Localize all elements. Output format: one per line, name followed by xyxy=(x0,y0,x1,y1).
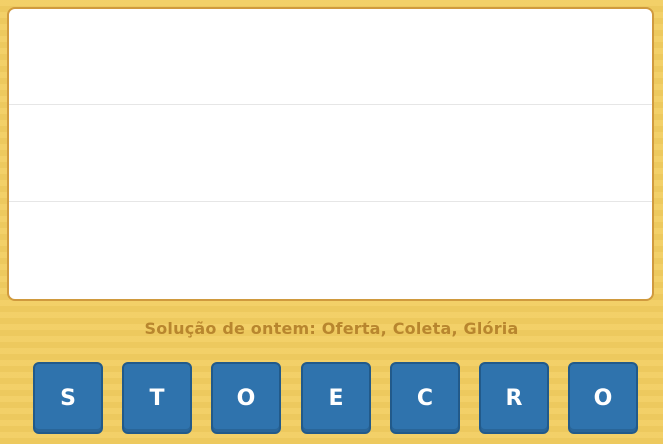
letter-tile-1[interactable]: S xyxy=(33,362,103,434)
letter-tile-5[interactable]: C xyxy=(390,362,460,434)
letter-tile-6[interactable]: R xyxy=(479,362,549,434)
answer-row-3 xyxy=(9,203,652,299)
letter-tile-3[interactable]: O xyxy=(211,362,281,434)
answer-row-1 xyxy=(9,9,652,105)
letter-tile-4[interactable]: E xyxy=(301,362,371,434)
yesterday-solution-text: Solução de ontem: Oferta, Coleta, Glória xyxy=(144,319,519,338)
letter-tile-2[interactable]: T xyxy=(122,362,192,434)
answer-row-2 xyxy=(9,106,652,202)
letter-tile-7[interactable]: O xyxy=(568,362,638,434)
answer-board xyxy=(7,7,654,301)
